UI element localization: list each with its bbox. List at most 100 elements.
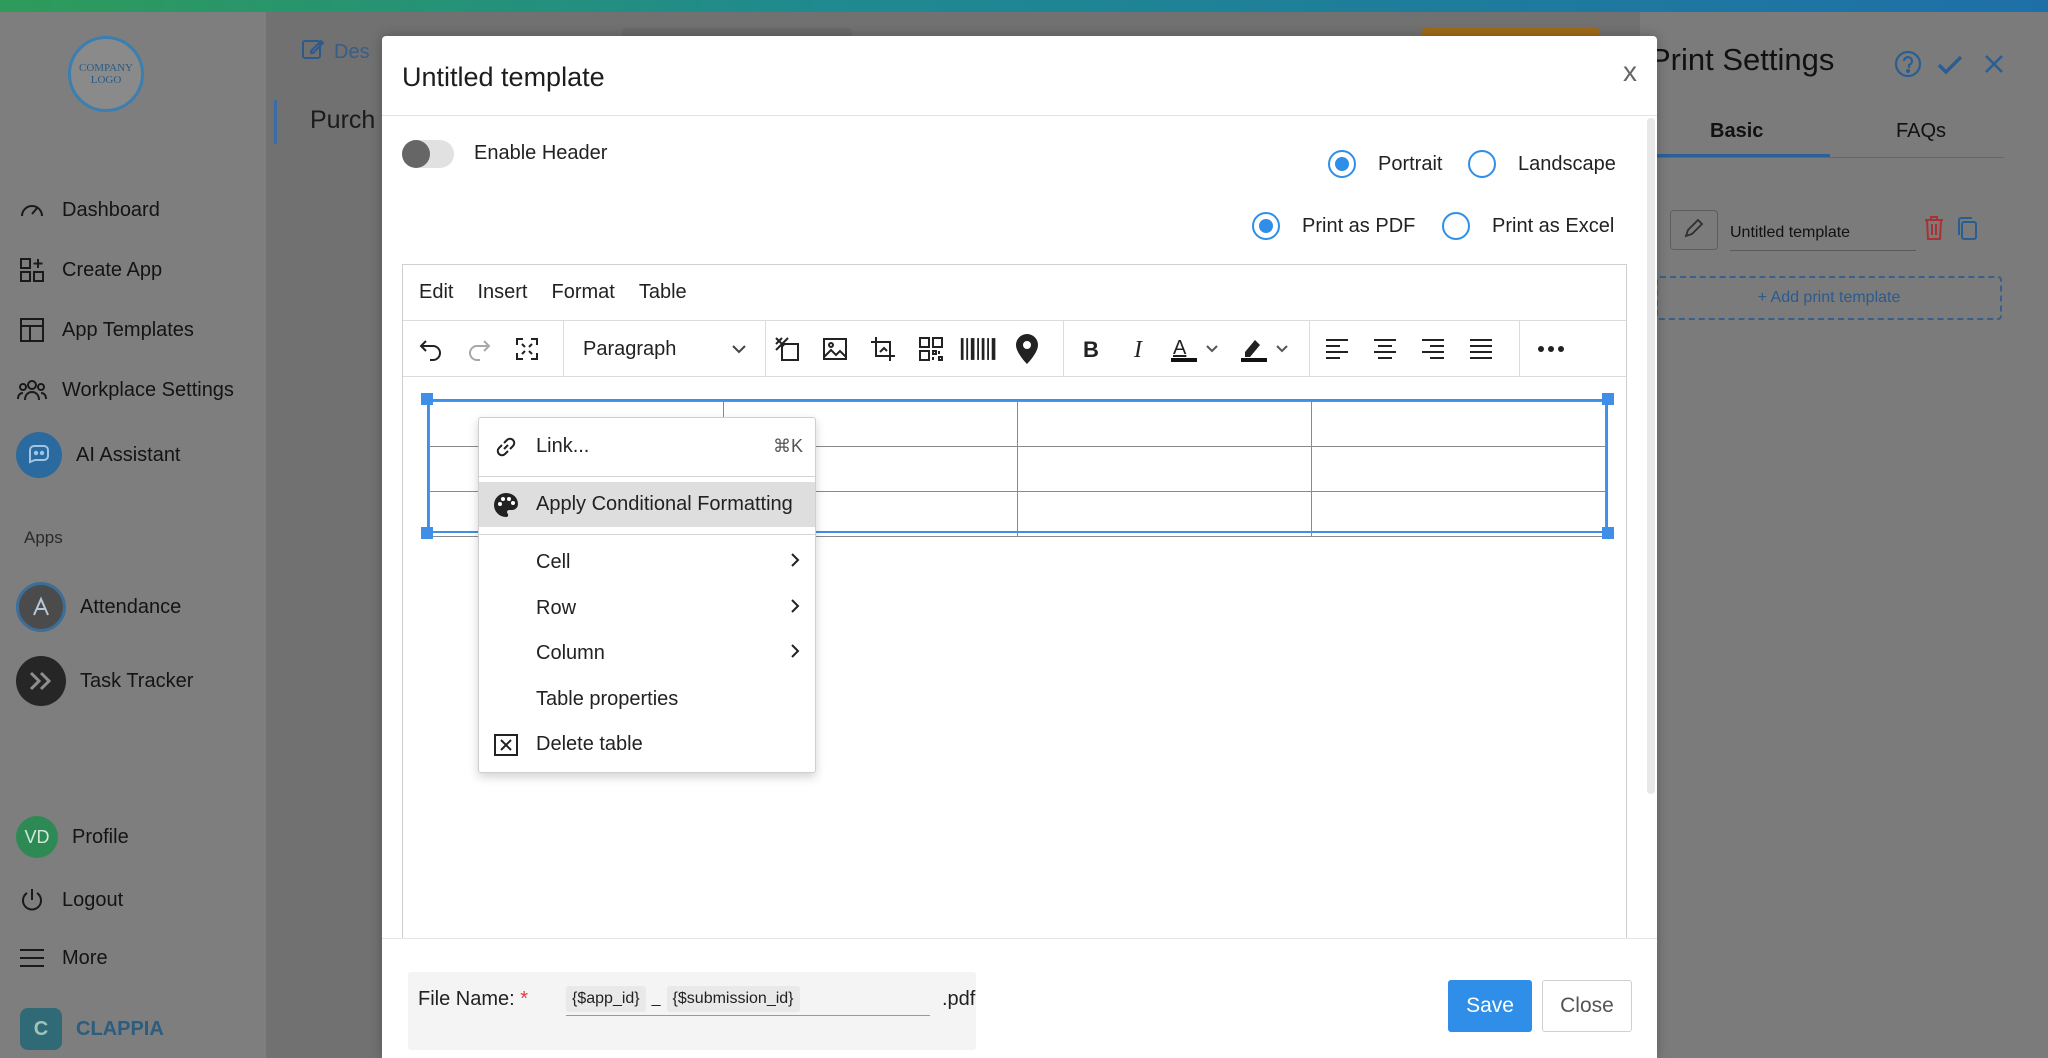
breadcrumb[interactable]: Des	[300, 36, 370, 68]
menu-item-table-properties[interactable]: Table properties	[479, 677, 815, 722]
fullscreen-icon[interactable]	[507, 329, 547, 369]
redo-icon[interactable]	[459, 329, 499, 369]
radio-print-pdf[interactable]: Print as PDF	[1252, 212, 1415, 240]
copy-icon[interactable]	[1956, 216, 1980, 247]
sidebar-item-workplace-settings[interactable]: Workplace Settings	[16, 374, 234, 406]
help-icon[interactable]	[1892, 48, 1924, 80]
bold-icon[interactable]: B	[1071, 329, 1111, 369]
file-name-input[interactable]: {$app_id} _ {$submission_id}	[566, 982, 930, 1016]
sidebar-item-ai-assistant[interactable]: AI Assistant	[16, 432, 181, 478]
sidebar-item-dashboard[interactable]: Dashboard	[16, 194, 160, 226]
tab-basic[interactable]: Basic	[1710, 120, 1763, 143]
radio-button[interactable]	[1468, 150, 1496, 178]
more-horizontal-icon[interactable]	[1531, 329, 1571, 369]
sidebar-item-label: App Templates	[62, 318, 194, 341]
radio-button[interactable]	[1328, 150, 1356, 178]
qr-code-icon[interactable]	[911, 329, 951, 369]
location-pin-icon[interactable]	[1007, 329, 1047, 369]
menu-item-label: Delete table	[536, 733, 643, 755]
block-format-value: Paragraph	[583, 337, 677, 360]
modal-scrollbar[interactable]	[1647, 118, 1655, 794]
block-format-select[interactable]: Paragraph	[575, 329, 755, 369]
avatar: VD	[16, 816, 58, 858]
radio-button[interactable]	[1252, 212, 1280, 240]
table-cell[interactable]	[1311, 446, 1606, 492]
highlight-color-icon[interactable]	[1237, 329, 1293, 369]
sidebar-item-label: AI Assistant	[76, 443, 181, 466]
align-justify-icon[interactable]	[1461, 329, 1501, 369]
menu-item-row[interactable]: Row	[479, 586, 815, 631]
sidebar-app-task-tracker[interactable]: Task Tracker	[16, 656, 193, 706]
barcode-icon[interactable]	[959, 329, 999, 369]
sidebar-item-profile[interactable]: VD Profile	[16, 816, 129, 858]
menu-edit[interactable]: Edit	[419, 281, 453, 304]
modal-close-button[interactable]: x	[1623, 56, 1637, 88]
close-button[interactable]: Close	[1542, 980, 1632, 1032]
align-center-icon[interactable]	[1365, 329, 1405, 369]
sidebar-item-label: Create App	[62, 258, 163, 281]
resize-handle[interactable]	[421, 527, 433, 539]
task-tracker-icon	[16, 656, 66, 706]
check-icon[interactable]	[1934, 48, 1966, 80]
trash-icon[interactable]	[1922, 214, 1946, 247]
close-icon[interactable]	[1978, 48, 2010, 80]
radio-landscape[interactable]: Landscape	[1468, 150, 1616, 178]
resize-handle[interactable]	[421, 393, 433, 405]
sidebar-item-label: Workplace Settings	[62, 378, 234, 401]
print-settings-panel	[1640, 12, 2048, 1058]
edit-template-button[interactable]	[1670, 210, 1718, 250]
copy-style-icon[interactable]	[767, 329, 807, 369]
menu-insert[interactable]: Insert	[477, 281, 527, 304]
radio-portrait[interactable]: Portrait	[1328, 150, 1442, 178]
radio-label: Portrait	[1378, 152, 1443, 175]
menu-item-link[interactable]: Link... ⌘K	[479, 424, 815, 469]
brand[interactable]: C CLAPPIA	[20, 1008, 164, 1050]
enable-header-toggle[interactable]	[402, 140, 454, 168]
align-right-icon[interactable]	[1413, 329, 1453, 369]
table-cell[interactable]	[1311, 491, 1606, 537]
table-cell[interactable]	[1017, 491, 1312, 537]
tab-faqs[interactable]: FAQs	[1896, 120, 1946, 143]
svg-text:I: I	[1133, 337, 1143, 362]
undo-icon[interactable]	[411, 329, 451, 369]
variable-chip[interactable]: {$submission_id}	[666, 985, 800, 1012]
sidebar-app-attendance[interactable]: Attendance	[16, 582, 181, 632]
people-icon	[16, 374, 48, 406]
menu-item-apply-conditional-formatting[interactable]: Apply Conditional Formatting	[479, 482, 815, 527]
text-color-icon[interactable]: A	[1167, 329, 1223, 369]
sidebar-item-create-app[interactable]: Create App	[16, 254, 162, 286]
modal-header: Untitled template x	[382, 36, 1657, 116]
active-tab-indicator	[1656, 154, 1830, 157]
menu-item-delete-table[interactable]: Delete table	[479, 722, 815, 767]
crop-image-icon[interactable]	[863, 329, 903, 369]
menu-item-column[interactable]: Column	[479, 631, 815, 676]
svg-text:A: A	[1173, 337, 1187, 359]
table-cell[interactable]	[1017, 401, 1312, 447]
sidebar-item-app-templates[interactable]: App Templates	[16, 314, 194, 346]
add-print-template-button[interactable]: + Add print template	[1656, 276, 2002, 320]
radio-print-excel[interactable]: Print as Excel	[1442, 212, 1614, 240]
delete-table-icon	[491, 730, 521, 760]
italic-icon[interactable]: I	[1119, 329, 1159, 369]
radio-button[interactable]	[1442, 212, 1470, 240]
power-icon	[16, 884, 48, 916]
templates-icon	[16, 314, 48, 346]
menu-format[interactable]: Format	[552, 281, 615, 304]
table-cell[interactable]	[1311, 401, 1606, 447]
resize-handle[interactable]	[1602, 393, 1614, 405]
chevron-right-icon	[789, 597, 801, 621]
variable-chip[interactable]: {$app_id}	[566, 985, 646, 1012]
menu-table[interactable]: Table	[639, 281, 687, 304]
save-button[interactable]: Save	[1448, 980, 1532, 1032]
radio-label: Landscape	[1518, 152, 1616, 175]
table-cell[interactable]	[1017, 446, 1312, 492]
menu-item-label: Link...	[536, 435, 590, 457]
resize-handle[interactable]	[1602, 527, 1614, 539]
sidebar-item-more[interactable]: More	[16, 942, 108, 974]
template-name[interactable]: Untitled template	[1730, 224, 1916, 251]
toolbar-separator	[1309, 321, 1310, 377]
align-left-icon[interactable]	[1317, 329, 1357, 369]
sidebar-item-logout[interactable]: Logout	[16, 884, 123, 916]
menu-item-cell[interactable]: Cell	[479, 540, 815, 585]
image-icon[interactable]	[815, 329, 855, 369]
